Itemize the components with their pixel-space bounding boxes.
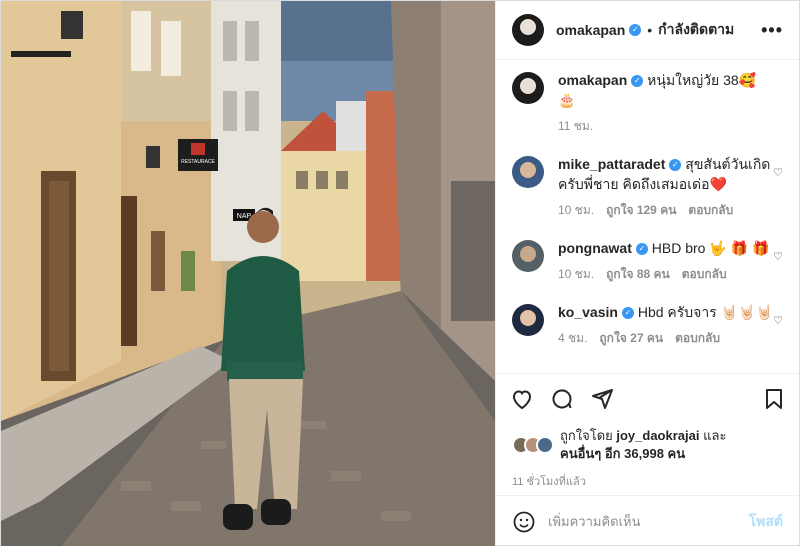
- comment-item: mike_pattaradet ✓ สุขสันต์วันเกิดครับพี่ช…: [512, 154, 783, 220]
- reply-button[interactable]: ตอบกลับ: [688, 200, 733, 220]
- like-heart-icon[interactable]: [510, 387, 534, 411]
- comment-time[interactable]: 4 ชม.: [558, 328, 587, 348]
- comment-likes[interactable]: ถูกใจ 88 คน: [606, 264, 670, 284]
- verified-icon: ✓: [621, 307, 634, 320]
- caption-time[interactable]: 11 ชม.: [558, 116, 593, 136]
- post-comment-button[interactable]: โพสต์: [749, 511, 783, 533]
- verified-icon: ✓: [631, 75, 644, 88]
- comment-item: ko_vasin ✓ Hbd ครับจาร 🤘🏻🤘🏻🤘🏻 4 ชม. ถูกใจ…: [512, 302, 783, 348]
- caption-username[interactable]: omakapan: [558, 72, 627, 88]
- save-bookmark-icon[interactable]: [763, 387, 785, 411]
- comment-likes[interactable]: ถูกใจ 27 คน: [599, 328, 663, 348]
- following-button[interactable]: กำลังติดตาม: [658, 19, 734, 41]
- add-comment-bar: เพิ่มความคิดเห็น โพสต์: [496, 495, 799, 546]
- street-photo-illustration: RESTAURACE NAP: [1, 1, 495, 546]
- emoji-icon[interactable]: [512, 510, 536, 534]
- post-photo[interactable]: RESTAURACE NAP: [1, 1, 495, 546]
- instagram-post: RESTAURACE NAP omakapan ✓ • กำลังติดตาม …: [0, 0, 800, 546]
- post-time[interactable]: 11 ชั่วโมงที่แล้ว: [496, 467, 799, 495]
- avatar[interactable]: [512, 72, 544, 104]
- comment-text: Hbd ครับจาร 🤘🏻🤘🏻🤘🏻: [637, 304, 773, 320]
- avatar[interactable]: [512, 156, 544, 188]
- comment-icon[interactable]: [550, 387, 574, 411]
- comment-username[interactable]: ko_vasin: [558, 304, 618, 320]
- comment-text: HBD bro 🤟 🎁 🎁: [651, 240, 770, 256]
- post-header: omakapan ✓ • กำลังติดตาม •••: [496, 1, 799, 60]
- reply-button[interactable]: ตอบกลับ: [675, 328, 720, 348]
- comment-input[interactable]: เพิ่มความคิดเห็น: [548, 511, 749, 532]
- caption-text: หนุ่มใหญ่วัย 38🥰: [647, 72, 757, 88]
- comment-likes[interactable]: ถูกใจ 129 คน: [606, 200, 676, 220]
- more-options-icon[interactable]: •••: [761, 20, 783, 41]
- comment-time[interactable]: 10 ชม.: [558, 264, 594, 284]
- reply-button[interactable]: ตอบกลับ: [682, 264, 727, 284]
- action-bar: [496, 373, 799, 423]
- author-username[interactable]: omakapan: [556, 22, 625, 38]
- caption-text-line2: 🎂: [558, 92, 576, 108]
- comment-like-heart-icon[interactable]: ♡: [773, 166, 783, 179]
- comment-username[interactable]: mike_pattaradet: [558, 156, 665, 172]
- liker-avatar: [536, 436, 554, 454]
- restaurant-sign: RESTAURACE: [181, 159, 215, 165]
- share-icon[interactable]: [590, 387, 614, 411]
- liker-username[interactable]: joy_daokrajai: [616, 428, 699, 443]
- likes-summary: ถูกใจโดย joy_daokrajai และ คนอื่นๆ อีก 3…: [496, 423, 799, 467]
- comments-list[interactable]: omakapan ✓ หนุ่มใหญ่วัย 38🥰 🎂 11 ชม. mike…: [496, 60, 799, 373]
- avatar[interactable]: [512, 14, 544, 46]
- caption: omakapan ✓ หนุ่มใหญ่วัย 38🥰 🎂 11 ชม.: [512, 70, 783, 136]
- verified-icon: ✓: [635, 243, 648, 256]
- likes-others-count[interactable]: คนอื่นๆ อีก 36,998 คน: [560, 446, 685, 461]
- likes-prefix: ถูกใจโดย: [560, 428, 613, 443]
- avatar[interactable]: [512, 240, 544, 272]
- verified-icon: ✓: [629, 24, 642, 36]
- comment-like-heart-icon[interactable]: ♡: [773, 314, 783, 327]
- verified-icon: ✓: [669, 159, 682, 172]
- comment-item: pongnawat ✓ HBD bro 🤟 🎁 🎁 10 ชม. ถูกใจ 88…: [512, 238, 783, 284]
- comment-like-heart-icon[interactable]: ♡: [773, 250, 783, 263]
- avatar[interactable]: [512, 304, 544, 336]
- comment-time[interactable]: 10 ชม.: [558, 200, 594, 220]
- separator-dot: •: [647, 22, 653, 38]
- likes-and: และ: [703, 428, 727, 443]
- comment-username[interactable]: pongnawat: [558, 240, 632, 256]
- post-side-panel: omakapan ✓ • กำลังติดตาม ••• omakapan ✓ ห…: [495, 1, 799, 546]
